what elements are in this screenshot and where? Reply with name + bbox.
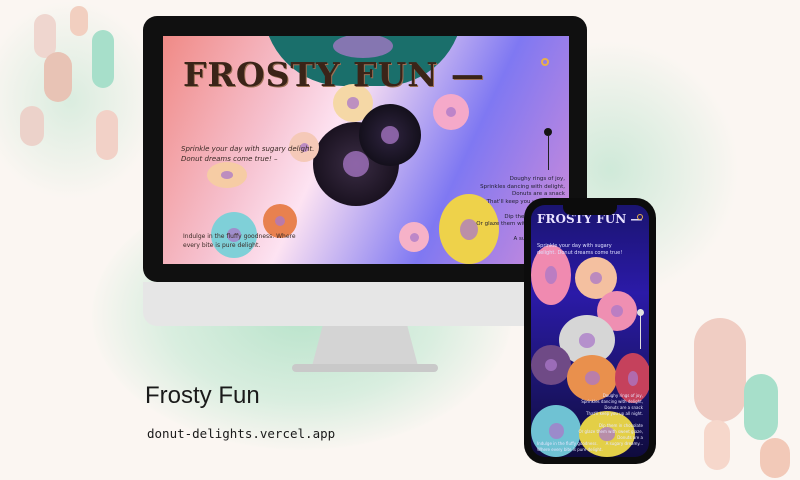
- brush-stroke: [744, 374, 778, 440]
- monitor-stand: [312, 326, 418, 366]
- brush-stroke: [20, 106, 44, 146]
- desktop-screen: FROSTY FUN — Sprinkle your day with suga…: [163, 36, 569, 264]
- phone-screen: FROSTY FUN — Sprinkle your day with suga…: [531, 205, 649, 457]
- brush-stroke: [694, 318, 746, 422]
- brush-stroke: [92, 30, 114, 88]
- phone-hero-poem: Doughy rings of joy, Sprinkles dancing w…: [578, 393, 643, 446]
- monitor-base: [292, 364, 438, 372]
- donut-image: [433, 94, 469, 130]
- donut-image: [359, 104, 421, 166]
- donut-image: [531, 345, 571, 385]
- project-url-link[interactable]: donut-delights.vercel.app: [147, 426, 335, 441]
- project-title: Frosty Fun: [145, 382, 260, 409]
- monitor-chin: [143, 282, 587, 326]
- brush-stroke: [760, 438, 790, 478]
- scroll-indicator-track: [548, 136, 549, 170]
- phone-hero-tagline: Sprinkle your day with sugary delight. D…: [537, 243, 623, 256]
- brush-stroke: [704, 420, 730, 470]
- scroll-indicator-handle[interactable]: [544, 128, 552, 136]
- brush-stroke: [34, 14, 56, 58]
- brush-stroke: [44, 52, 72, 102]
- hero-tagline: Sprinkle your day with sugary delight. D…: [181, 145, 315, 163]
- brush-stroke: [70, 6, 88, 36]
- phone-scroll-indicator-handle[interactable]: [637, 309, 644, 316]
- phone-hero-bottom-text: Indulge in the fluffy goodness. Where ev…: [537, 441, 603, 452]
- phone-notch: [563, 205, 617, 215]
- hero-title: FROSTY FUN —: [183, 55, 485, 94]
- brush-stroke: [96, 110, 118, 160]
- hero-bottom-text: Indulge in the fluffy goodness. Where ev…: [183, 233, 296, 249]
- phone-menu-dot-button[interactable]: [637, 214, 643, 220]
- donut-image: [399, 222, 429, 252]
- donut-image: [207, 162, 247, 188]
- menu-dot-button[interactable]: [541, 58, 549, 66]
